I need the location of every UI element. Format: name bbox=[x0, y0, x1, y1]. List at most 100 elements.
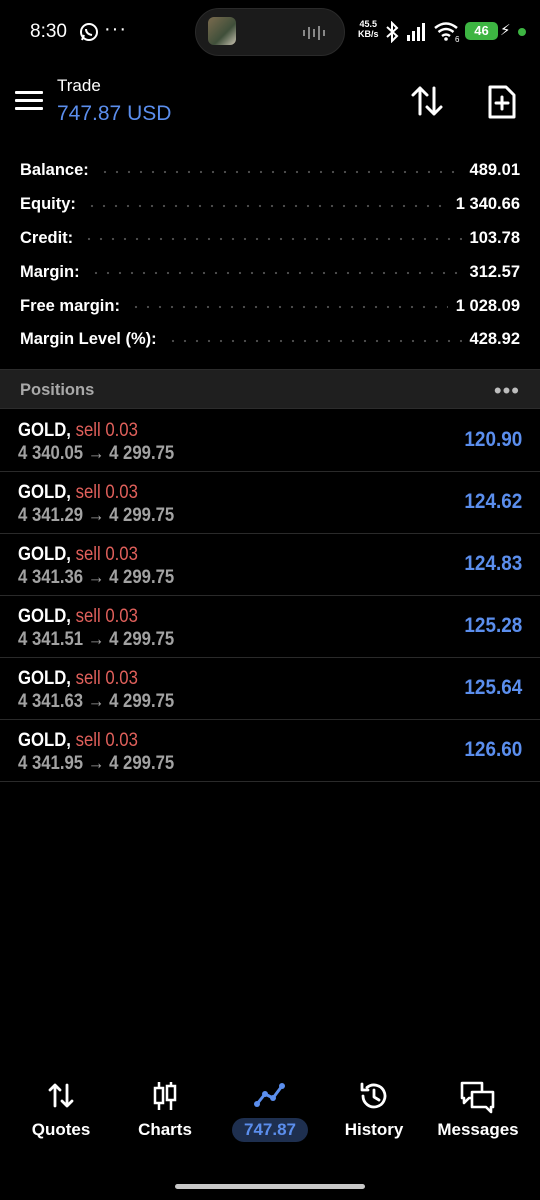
summary-label: Margin Level (%): bbox=[20, 330, 157, 349]
open-price: 4 340.05 bbox=[18, 443, 84, 464]
nav-messages[interactable]: Messages bbox=[424, 1070, 532, 1150]
summary-label: Margin: bbox=[20, 262, 80, 281]
hamburger-menu-icon[interactable] bbox=[15, 91, 43, 113]
position-symbol: GOLD, bbox=[18, 606, 71, 627]
whatsapp-icon bbox=[80, 23, 98, 41]
arrow-right-icon: → bbox=[87, 629, 105, 650]
messages-bubbles-icon bbox=[460, 1081, 495, 1114]
current-price: 4 299.75 bbox=[109, 753, 175, 774]
current-price: 4 299.75 bbox=[109, 691, 175, 712]
position-title: GOLD, sell 0.03 bbox=[18, 606, 138, 628]
position-profit: 124.62 bbox=[464, 490, 522, 513]
position-title: GOLD, sell 0.03 bbox=[18, 420, 138, 442]
trade-line-icon bbox=[254, 1083, 285, 1107]
dotted-leader bbox=[98, 169, 462, 174]
position-profit: 125.28 bbox=[464, 614, 522, 637]
charging-icon: ⚡ bbox=[500, 22, 511, 39]
summary-label: Equity: bbox=[20, 195, 76, 214]
nav-label-active: 747.87 bbox=[232, 1118, 308, 1142]
position-profit: 125.64 bbox=[464, 676, 522, 699]
dotted-leader bbox=[83, 237, 462, 242]
nav-trade[interactable]: 747.87 bbox=[216, 1070, 324, 1150]
position-row[interactable]: GOLD, sell 0.03 4 341.95 → 4 299.75 126.… bbox=[0, 720, 540, 782]
current-price: 4 299.75 bbox=[109, 629, 175, 650]
dotted-leader bbox=[85, 203, 448, 208]
network-speed-value: 45.5 bbox=[359, 19, 378, 29]
history-clock-icon bbox=[360, 1082, 387, 1109]
candlestick-icon bbox=[153, 1082, 177, 1110]
position-symbol: GOLD, bbox=[18, 730, 71, 751]
summary-value: 312.57 bbox=[469, 262, 520, 281]
dotted-leader bbox=[166, 338, 462, 343]
position-symbol: GOLD, bbox=[18, 482, 71, 503]
media-thumbnail bbox=[208, 17, 236, 45]
position-row[interactable]: GOLD, sell 0.03 4 341.29 → 4 299.75 124.… bbox=[0, 472, 540, 534]
privacy-indicator-dot bbox=[518, 28, 526, 36]
summary-row-equity: Equity: 1 340.66 bbox=[0, 188, 540, 222]
position-prices: 4 341.51 → 4 299.75 bbox=[18, 629, 174, 651]
dotted-leader bbox=[89, 271, 462, 276]
position-side: sell 0.03 bbox=[75, 730, 138, 751]
position-row[interactable]: GOLD, sell 0.03 4 341.36 → 4 299.75 124.… bbox=[0, 534, 540, 596]
position-row[interactable]: GOLD, sell 0.03 4 341.63 → 4 299.75 125.… bbox=[0, 658, 540, 720]
position-prices: 4 341.63 → 4 299.75 bbox=[18, 691, 174, 713]
dotted-leader bbox=[129, 305, 448, 310]
network-speed-unit: KB/s bbox=[358, 29, 379, 39]
nav-history[interactable]: History bbox=[320, 1070, 428, 1150]
app-header: Trade 747.87 USD bbox=[0, 64, 540, 140]
open-price: 4 341.36 bbox=[18, 567, 84, 588]
summary-value: 1 028.09 bbox=[455, 296, 520, 315]
position-prices: 4 341.29 → 4 299.75 bbox=[18, 505, 174, 527]
positions-list: GOLD, sell 0.03 4 340.05 → 4 299.75 120.… bbox=[0, 410, 540, 782]
summary-label: Free margin: bbox=[20, 296, 120, 315]
summary-value: 489.01 bbox=[469, 161, 520, 180]
current-price: 4 299.75 bbox=[109, 567, 175, 588]
positions-title: Positions bbox=[20, 381, 95, 399]
position-prices: 4 341.36 → 4 299.75 bbox=[18, 567, 174, 589]
position-row[interactable]: GOLD, sell 0.03 4 340.05 → 4 299.75 120.… bbox=[0, 410, 540, 472]
status-time: 8:30 bbox=[30, 21, 67, 42]
position-symbol: GOLD, bbox=[18, 668, 71, 689]
new-order-icon[interactable] bbox=[486, 84, 518, 120]
position-title: GOLD, sell 0.03 bbox=[18, 730, 138, 752]
positions-section-header[interactable]: Positions ••• bbox=[0, 369, 540, 409]
position-side: sell 0.03 bbox=[75, 420, 138, 441]
position-prices: 4 340.05 → 4 299.75 bbox=[18, 443, 174, 465]
more-options-icon[interactable]: ••• bbox=[494, 378, 520, 404]
position-side: sell 0.03 bbox=[75, 482, 138, 503]
profit-summary: 747.87 USD bbox=[57, 102, 172, 125]
nav-label: Messages bbox=[437, 1120, 519, 1139]
position-prices: 4 341.95 → 4 299.75 bbox=[18, 753, 174, 775]
page-title: Trade bbox=[57, 76, 101, 95]
cell-signal-icon bbox=[407, 23, 425, 41]
open-price: 4 341.63 bbox=[18, 691, 84, 712]
position-side: sell 0.03 bbox=[75, 606, 138, 627]
sort-arrows-icon[interactable] bbox=[410, 84, 444, 118]
open-price: 4 341.29 bbox=[18, 505, 84, 526]
quotes-arrows-icon bbox=[48, 1083, 74, 1108]
current-price: 4 299.75 bbox=[109, 505, 175, 526]
position-profit: 126.60 bbox=[464, 738, 522, 761]
bluetooth-icon bbox=[386, 21, 399, 43]
summary-row-margin-level: Margin Level (%): 428.92 bbox=[0, 323, 540, 357]
summary-label: Credit: bbox=[20, 228, 74, 247]
battery-level: 46 bbox=[465, 22, 498, 40]
position-title: GOLD, sell 0.03 bbox=[18, 482, 138, 504]
summary-row-credit: Credit: 103.78 bbox=[0, 222, 540, 256]
position-title: GOLD, sell 0.03 bbox=[18, 668, 138, 690]
current-price: 4 299.75 bbox=[109, 443, 175, 464]
summary-label: Balance: bbox=[20, 161, 89, 180]
home-indicator[interactable] bbox=[175, 1184, 365, 1189]
dynamic-island[interactable] bbox=[195, 8, 345, 56]
position-row[interactable]: GOLD, sell 0.03 4 341.51 → 4 299.75 125.… bbox=[0, 596, 540, 658]
wifi-label: 6 bbox=[455, 35, 460, 42]
account-summary: Balance: 489.01 Equity: 1 340.66 Credit:… bbox=[0, 154, 540, 357]
position-title: GOLD, sell 0.03 bbox=[18, 544, 138, 566]
arrow-right-icon: → bbox=[87, 753, 105, 774]
nav-quotes[interactable]: Quotes bbox=[7, 1070, 115, 1150]
open-price: 4 341.51 bbox=[18, 629, 84, 650]
nav-charts[interactable]: Charts bbox=[111, 1070, 219, 1150]
position-profit: 120.90 bbox=[464, 428, 522, 451]
summary-value: 103.78 bbox=[469, 228, 520, 247]
open-price: 4 341.95 bbox=[18, 753, 84, 774]
